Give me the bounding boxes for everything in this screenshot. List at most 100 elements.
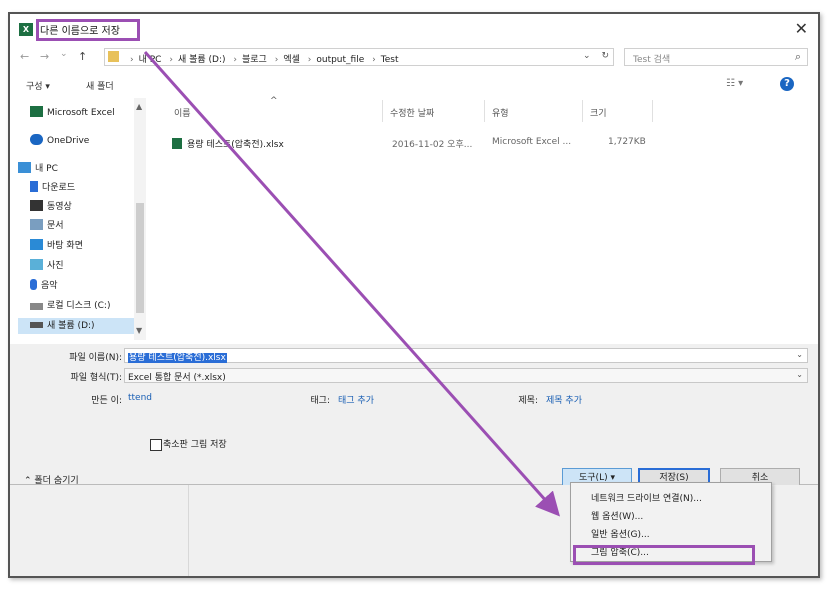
drive-icon	[30, 303, 43, 310]
filename-value: 용량 테스트(압축전).xlsx	[128, 353, 227, 363]
column-divider	[484, 100, 485, 122]
refresh-icon[interactable]: ↻	[601, 51, 609, 61]
up-arrow-icon[interactable]: ↑	[78, 50, 87, 63]
sidebar-item-label: OneDrive	[47, 136, 90, 146]
forward-arrow-icon[interactable]: →	[40, 50, 49, 63]
column-header-size[interactable]: 크기	[590, 106, 607, 119]
column-divider	[652, 100, 653, 122]
sidebar-item-label: 동영상	[47, 202, 72, 212]
sidebar-item-label: 바탕 화면	[47, 241, 83, 251]
save-form: 파일 이름(N): 용량 테스트(압축전).xlsx ⌄ 파일 형식(T): E…	[10, 344, 818, 488]
address-controls: ⌄ ↻	[583, 51, 609, 61]
new-folder-button[interactable]: 새 폴더	[86, 79, 114, 92]
excel-file-icon	[172, 138, 182, 149]
sort-ascending-icon: ^	[270, 96, 278, 106]
breadcrumb-item[interactable]: 새 볼륨 (D:)	[178, 55, 226, 65]
filetype-value: Excel 통합 문서 (*.xlsx)	[128, 373, 226, 383]
filename-label: 파일 이름(N):	[69, 353, 122, 363]
column-header-modified[interactable]: 수정한 날짜	[390, 106, 434, 119]
nav-scrollbar[interactable]: ▲ ▼	[134, 98, 146, 340]
tags-value[interactable]: 태그 추가	[338, 393, 374, 406]
cloud-icon	[30, 134, 43, 145]
sidebar-item-label: 로컬 디스크 (C:)	[47, 301, 111, 311]
sidebar-item-excel[interactable]: Microsoft Excel	[30, 106, 115, 124]
document-icon	[30, 219, 43, 230]
column-divider	[382, 100, 383, 122]
computer-icon	[18, 162, 31, 173]
column-divider	[582, 100, 583, 122]
sidebar-item-this-pc[interactable]: 내 PC	[18, 161, 58, 179]
search-icon[interactable]: ⌕	[795, 50, 801, 64]
filetype-select[interactable]: Excel 통합 문서 (*.xlsx) ⌄	[124, 368, 808, 383]
title-label: 제목:	[518, 396, 538, 406]
organize-button[interactable]: 구성 ▾	[26, 79, 50, 92]
breadcrumb-item[interactable]: 블로그	[242, 55, 267, 65]
sidebar-item-volume-d[interactable]: 새 볼륨 (D:)	[18, 318, 140, 334]
sidebar-item-label: Microsoft Excel	[47, 108, 115, 118]
sidebar-item-music[interactable]: 음악	[30, 278, 58, 296]
help-icon[interactable]: ?	[780, 77, 794, 91]
scroll-up-icon[interactable]: ▲	[136, 102, 142, 111]
breadcrumb-item[interactable]: output_file	[316, 55, 364, 65]
filename-value-wrap: 용량 테스트(압축전).xlsx	[128, 350, 227, 363]
breadcrumb: › 내 PC › 새 볼륨 (D:) › 블로그 › 엑셀 › output_file ›…	[130, 55, 399, 65]
file-list: 이름 ^ 수정한 날짜 유형 크기 용량 테스트(압축전).xlsx 2016-…	[150, 96, 818, 340]
folder-icon	[108, 51, 119, 62]
sidebar-item-label: 문서	[47, 221, 64, 231]
command-bar: 구성 ▾ 새 폴더 ☷ ▾ ?	[10, 74, 818, 96]
sidebar-item-videos[interactable]: 동영상	[30, 199, 72, 217]
sidebar-item-onedrive[interactable]: OneDrive	[30, 134, 89, 152]
author-value[interactable]: ttend	[128, 393, 152, 403]
sidebar-item-pictures[interactable]: 사진	[30, 258, 64, 276]
breadcrumb-item[interactable]: 내 PC	[139, 55, 162, 65]
chevron-down-icon[interactable]: ⌄	[796, 370, 803, 379]
menu-item-map-network-drive[interactable]: 네트워크 드라이브 연결(N)...	[591, 491, 702, 504]
search-placeholder: Test 검색	[633, 55, 671, 65]
sidebar-item-downloads[interactable]: 다운로드	[30, 180, 75, 198]
sidebar-item-label: 내 PC	[35, 164, 58, 174]
chevron-down-icon[interactable]: ⌄	[583, 51, 591, 61]
video-icon	[30, 200, 43, 211]
drive-icon	[30, 322, 43, 328]
breadcrumb-item[interactable]: 엑셀	[283, 55, 300, 65]
excel-app-icon: X	[19, 23, 33, 36]
scroll-down-icon[interactable]: ▼	[136, 326, 142, 335]
filename-input[interactable]: 용량 테스트(압축전).xlsx ⌄	[124, 348, 808, 363]
menu-item-web-options[interactable]: 웹 옵션(W)...	[591, 509, 643, 522]
menu-item-general-options[interactable]: 일반 옵션(G)...	[591, 527, 650, 540]
recent-locations-icon[interactable]: ⌄	[60, 49, 68, 59]
search-input[interactable]: Test 검색 ⌕	[624, 48, 808, 66]
author-label: 만든 이:	[91, 396, 122, 406]
download-icon	[30, 181, 38, 192]
sidebar-item-local-disk-c[interactable]: 로컬 디스크 (C:)	[30, 298, 110, 316]
excel-icon	[30, 106, 43, 117]
title-highlight-box	[36, 19, 140, 41]
chevron-down-icon[interactable]: ⌄	[796, 350, 803, 359]
screenshot-frame: X 다른 이름으로 저장 ✕ ← → ⌄ ↑ › 내 PC › 새 볼륨 (D:) …	[8, 12, 820, 578]
sidebar-item-documents[interactable]: 문서	[30, 218, 64, 236]
filetype-label: 파일 형식(T):	[70, 373, 122, 383]
save-as-dialog: X 다른 이름으로 저장 ✕ ← → ⌄ ↑ › 내 PC › 새 볼륨 (D:) …	[10, 14, 818, 488]
file-name-cell: 용량 테스트(압축전).xlsx	[172, 137, 284, 150]
back-arrow-icon[interactable]: ←	[20, 50, 29, 63]
sidebar-item-label: 음악	[41, 281, 58, 291]
column-header-type[interactable]: 유형	[492, 106, 509, 119]
title-value[interactable]: 제목 추가	[546, 393, 582, 406]
close-icon[interactable]: ✕	[795, 19, 808, 38]
compress-pictures-highlight-box	[573, 545, 755, 565]
view-options-icon[interactable]: ☷ ▾	[726, 78, 743, 89]
address-bar[interactable]: › 내 PC › 새 볼륨 (D:) › 블로그 › 엑셀 › output_file ›…	[104, 48, 614, 66]
scroll-thumb[interactable]	[136, 203, 144, 313]
sidebar-item-label: 새 볼륨 (D:)	[47, 321, 95, 331]
breadcrumb-item[interactable]: Test	[381, 55, 399, 65]
sidebar-item-desktop[interactable]: 바탕 화면	[30, 238, 83, 256]
file-name: 용량 테스트(압축전).xlsx	[187, 140, 284, 150]
file-type: Microsoft Excel ...	[492, 137, 572, 147]
file-size: 1,727KB	[608, 137, 646, 147]
navigation-pane: Microsoft Excel OneDrive 내 PC 다운로드 동영상 문…	[10, 98, 148, 340]
tags-label: 태그:	[310, 396, 330, 406]
sidebar-item-label: 다운로드	[42, 183, 76, 193]
column-header-name[interactable]: 이름	[174, 106, 191, 119]
thumbnail-checkbox[interactable]	[150, 439, 162, 451]
file-modified: 2016-11-02 오후...	[392, 140, 473, 150]
